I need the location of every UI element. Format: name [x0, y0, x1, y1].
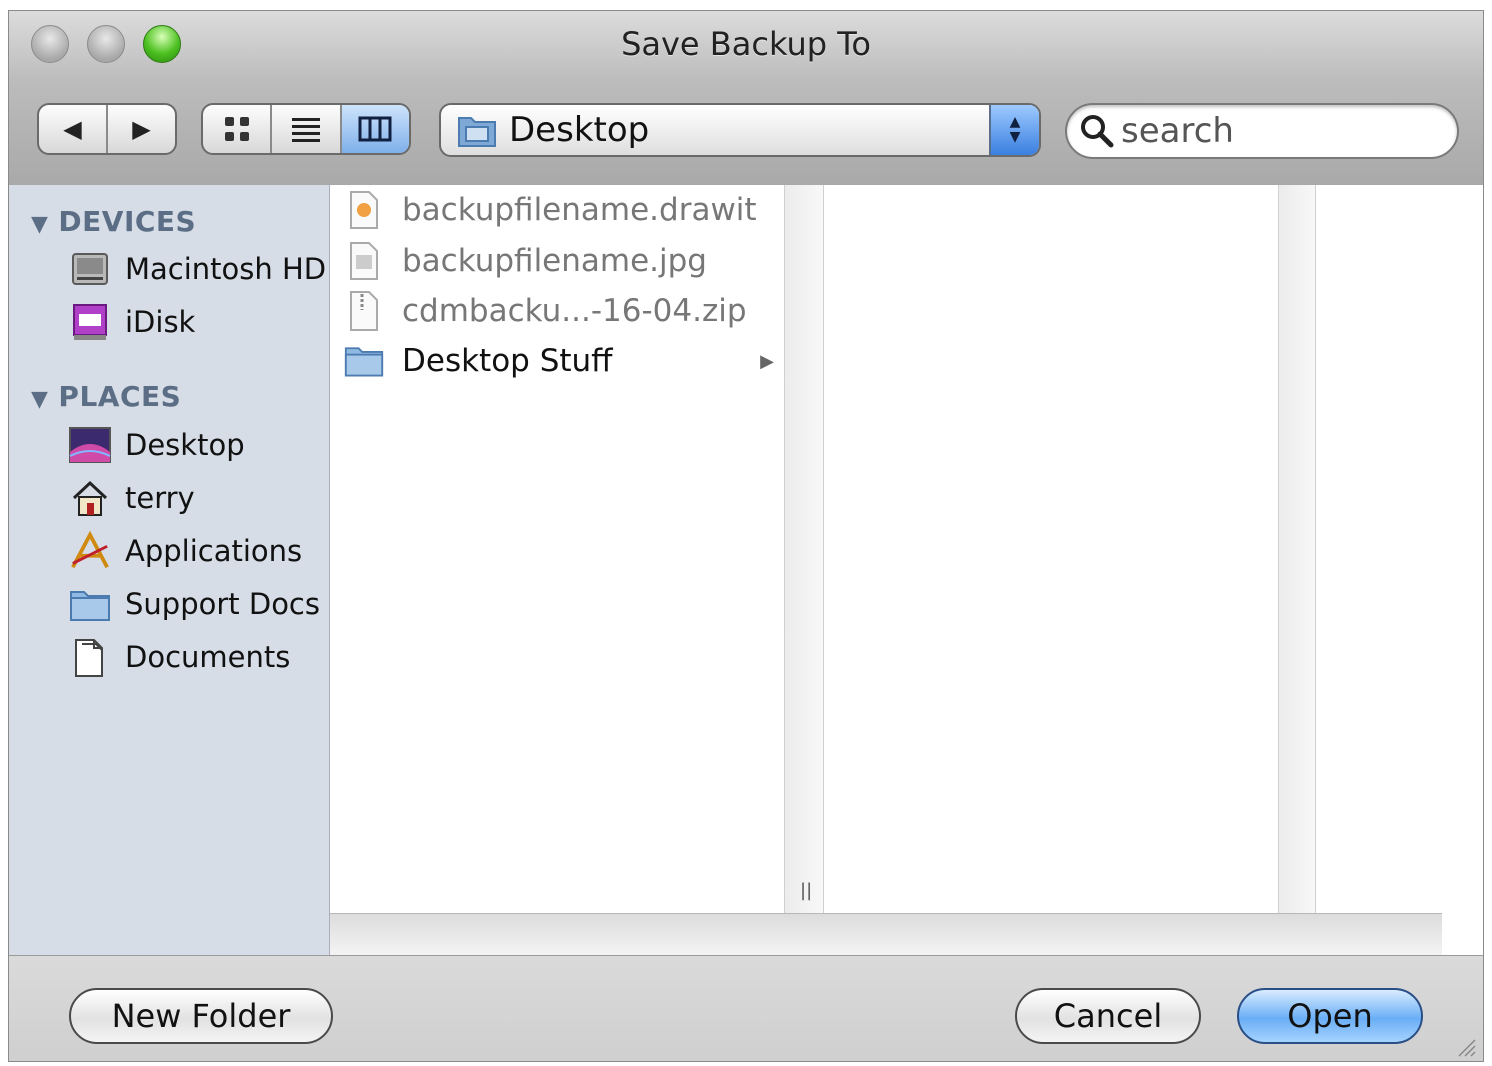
applications-icon [69, 530, 111, 571]
search-field[interactable]: search [1065, 103, 1459, 159]
list-view-icon [291, 118, 320, 142]
popup-arrows-icon: ▲ ▼ [989, 105, 1039, 155]
home-icon [69, 478, 111, 518]
location-popup[interactable]: Desktop ▲ ▼ [439, 103, 1041, 157]
sidebar-item-label: Desktop [125, 428, 245, 462]
new-folder-button[interactable]: New Folder [69, 988, 333, 1044]
folder-item-desktop-stuff[interactable]: Desktop Stuff ▶ [344, 338, 784, 384]
column-divider [785, 185, 824, 913]
file-name: backupfilename.drawit [402, 192, 757, 228]
sidebar-item-macintosh-hd[interactable]: Macintosh HD [69, 247, 326, 291]
sidebar-item-documents[interactable]: Documents [69, 635, 290, 679]
disclosure-triangle-icon: ▼ [31, 212, 49, 237]
desktop-icon [69, 425, 111, 465]
browser-column-3 [1316, 185, 1483, 913]
view-mode-control [201, 103, 411, 155]
file-item-drawit[interactable]: backupfilename.drawit [344, 187, 784, 233]
browser-column-1: backupfilename.drawit backupfilename.jpg [330, 185, 785, 913]
icon-view-button[interactable] [203, 105, 273, 153]
sidebar-item-terry[interactable]: terry [69, 476, 195, 520]
dialog-button-bar: New Folder Cancel Open [9, 955, 1483, 1061]
open-button[interactable]: Open [1237, 988, 1423, 1044]
sidebar-item-label: Support Docs [125, 587, 320, 621]
sidebar-item-idisk[interactable]: iDisk [69, 300, 195, 344]
idisk-icon [69, 302, 111, 342]
list-view-button[interactable] [272, 105, 342, 153]
column-view-button[interactable] [341, 105, 409, 153]
sidebar: ▼ DEVICES Macintosh HD iDisk ▼ PLACES De… [9, 185, 330, 955]
back-forward-control: ◀ ▶ [37, 103, 177, 155]
sidebar-item-label: Documents [125, 640, 291, 674]
sidebar-item-label: Applications [125, 534, 303, 568]
sidebar-item-desktop[interactable]: Desktop [69, 423, 245, 467]
jpg-file-icon [344, 240, 384, 282]
sidebar-item-support-docs[interactable]: Support Docs [69, 582, 320, 626]
forward-arrow-icon: ▶ [132, 115, 151, 143]
drawit-file-icon [344, 189, 384, 231]
icon-view-icon [224, 117, 249, 141]
zip-file-icon [344, 290, 384, 332]
sidebar-item-label: Macintosh HD [125, 252, 327, 286]
save-dialog-window: Save Backup To ◀ ▶ Desktop ▲ ▼ search ▼ … [8, 10, 1484, 1062]
file-name: Desktop Stuff [402, 343, 613, 379]
file-name: cdmbacku...-16-04.zip [402, 293, 747, 329]
column-view-icon [358, 116, 392, 142]
column-resize-handle-icon[interactable]: || [800, 880, 812, 901]
places-heading[interactable]: ▼ PLACES [31, 380, 181, 413]
horizontal-scrollbar[interactable] [330, 913, 1442, 956]
file-name: backupfilename.jpg [402, 243, 707, 279]
search-icon [1081, 115, 1114, 148]
devices-heading[interactable]: ▼ DEVICES [31, 205, 196, 238]
hard-drive-icon [69, 249, 111, 289]
disclosure-triangle-icon: ▼ [31, 387, 49, 412]
column-browser: backupfilename.drawit backupfilename.jpg [330, 185, 1483, 956]
browser-column-2 [824, 185, 1279, 913]
file-item-zip[interactable]: cdmbacku...-16-04.zip [344, 288, 784, 334]
folder-icon [69, 584, 111, 624]
documents-icon [69, 637, 111, 677]
window-title: Save Backup To [621, 25, 871, 63]
file-item-jpg[interactable]: backupfilename.jpg [344, 238, 784, 284]
back-button[interactable]: ◀ [39, 105, 108, 153]
location-label: Desktop [509, 110, 650, 150]
desktop-folder-icon [458, 117, 496, 147]
sidebar-item-applications[interactable]: Applications [69, 529, 302, 573]
cancel-button[interactable]: Cancel [1015, 988, 1201, 1044]
search-placeholder: search [1121, 111, 1234, 151]
title-toolbar-bar: Save Backup To ◀ ▶ Desktop ▲ ▼ search [9, 11, 1483, 186]
folder-icon [344, 340, 384, 382]
back-arrow-icon: ◀ [63, 115, 82, 143]
sidebar-item-label: terry [125, 481, 195, 515]
sidebar-item-label: iDisk [125, 305, 196, 339]
column-divider [1279, 185, 1316, 913]
forward-button[interactable]: ▶ [108, 105, 175, 153]
disclosure-arrow-icon: ▶ [760, 350, 774, 372]
resize-grip-icon[interactable] [1455, 1036, 1477, 1058]
